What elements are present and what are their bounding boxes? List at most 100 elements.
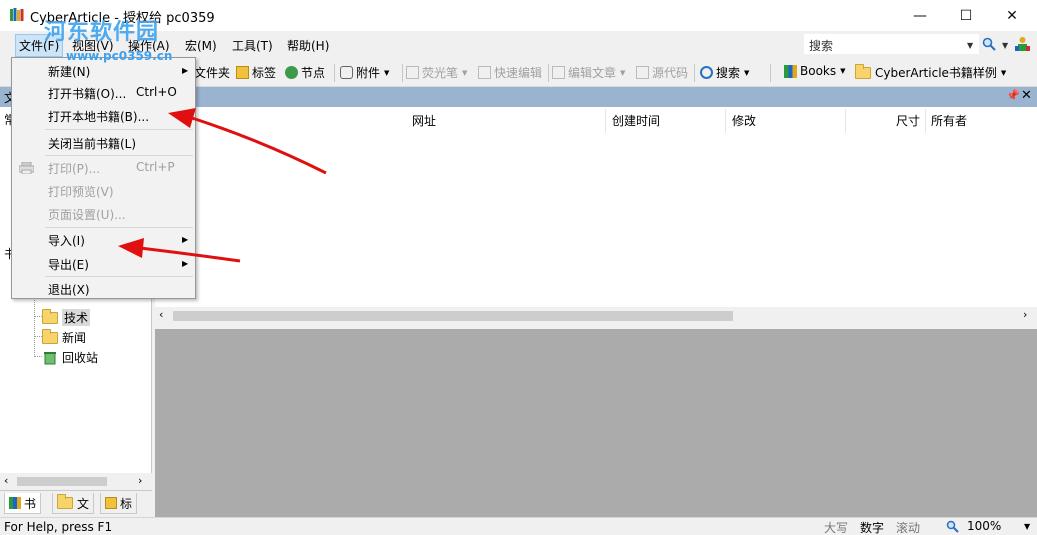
column-divider[interactable] [605, 109, 606, 133]
menu-item-open-local-book[interactable]: 打开本地书籍(B)... [48, 108, 149, 125]
toolbar-search-button[interactable]: 搜索 ▼ [700, 64, 749, 81]
toolbar-highlighter-button[interactable]: 荧光笔 ▼ [406, 64, 467, 81]
article-preview-pane [155, 329, 1037, 517]
toolbar-separator [402, 64, 403, 82]
chevron-down-icon: ▼ [462, 68, 468, 77]
menu-separator [45, 276, 193, 277]
menu-item-exit[interactable]: 退出(X) [48, 281, 90, 298]
tag-icon [236, 66, 249, 79]
menu-separator [45, 227, 193, 228]
toolbar-source-button[interactable]: 源代码 [636, 64, 688, 81]
minimize-icon: — [913, 7, 927, 24]
menu-separator [45, 155, 193, 156]
scroll-thumb[interactable] [173, 311, 733, 321]
folder-icon [42, 328, 58, 344]
tab-books[interactable]: 书 [4, 493, 42, 514]
menu-item-close-book[interactable]: 关闭当前书籍(L) [48, 135, 136, 152]
tree-line [34, 356, 42, 357]
toolbar-quick-edit-button[interactable]: 快速编辑 [478, 64, 542, 81]
scroll-left-icon[interactable]: ‹ [4, 474, 8, 487]
toolbar-books-dropdown[interactable]: Books ▼ [784, 64, 846, 78]
column-divider[interactable] [725, 109, 726, 133]
maximize-button[interactable]: ☐ [943, 0, 989, 31]
watermark-logo-text: 河东软件园 [44, 20, 160, 45]
status-caps: 大写 [824, 521, 849, 535]
menu-item-open-book[interactable]: 打开书籍(O)... [48, 85, 126, 102]
status-zoom-level[interactable]: 100% [967, 519, 1001, 533]
quick-edit-icon [478, 66, 491, 79]
menu-item-import[interactable]: 导入(I) [48, 232, 85, 249]
books-icon [784, 64, 797, 78]
toolbar-bookmark-button[interactable]: 标签 [236, 64, 276, 81]
menu-item-print[interactable]: 打印(P)... [48, 160, 100, 177]
list-horizontal-scrollbar[interactable]: ‹ › [155, 307, 1037, 325]
scroll-thumb[interactable] [17, 477, 107, 486]
search-dropdown-icon[interactable]: ▼ [967, 41, 973, 50]
pin-icon[interactable]: 📌 [1006, 89, 1020, 102]
tree-line [34, 336, 42, 337]
folder-icon [42, 308, 58, 324]
app-books-icon [10, 8, 24, 21]
menu-tools[interactable]: 工具(T) [228, 36, 277, 55]
menu-item-page-setup[interactable]: 页面设置(U)... [48, 206, 126, 223]
toolbar-attachment-button[interactable]: 附件 ▼ [340, 64, 389, 81]
menu-item-export[interactable]: 导出(E) [48, 256, 89, 273]
column-divider[interactable] [845, 109, 846, 133]
scroll-right-icon[interactable]: › [138, 474, 142, 487]
toolbar-node-button[interactable]: 节点 [285, 64, 325, 81]
toolbar-folder-button[interactable]: 文件夹 [194, 64, 230, 81]
tree-line [34, 316, 42, 317]
column-owner[interactable]: 所有者 [931, 112, 967, 129]
column-url[interactable]: 网址 [412, 112, 436, 129]
column-modified[interactable]: 修改 [732, 112, 756, 129]
left-horizontal-scrollbar[interactable]: ‹ › [0, 473, 152, 490]
chevron-down-icon: ▼ [1000, 68, 1007, 77]
pane-tabs: 书 文 标 [0, 490, 152, 517]
paperclip-icon [340, 66, 353, 79]
tree-node-news[interactable]: 新闻 [42, 328, 86, 346]
chevron-down-icon[interactable]: ▼ [1024, 522, 1030, 531]
tab-articles[interactable]: 文 [52, 493, 95, 514]
minimize-button[interactable]: — [897, 0, 943, 31]
tree-node-tech[interactable]: 技术 [42, 308, 91, 326]
status-scroll: 滚动 [896, 521, 921, 535]
tree-line [34, 293, 35, 357]
submenu-arrow-icon: ▶ [182, 259, 189, 268]
zoom-icon[interactable] [946, 520, 959, 533]
column-divider[interactable] [925, 109, 926, 133]
folder-icon [855, 63, 871, 79]
toolbar-sample-book-dropdown[interactable]: CyberArticle书籍样例 ▼ [855, 63, 1007, 81]
article-list[interactable]: 网址 创建时间 修改 尺寸 所有者 [155, 107, 1037, 309]
scroll-right-icon[interactable]: › [1023, 308, 1027, 321]
source-code-icon [636, 66, 649, 79]
status-num: 数字 [860, 521, 885, 535]
users-icon[interactable] [1015, 36, 1030, 52]
panel-close-icon[interactable]: ✕ [1021, 88, 1032, 103]
node-icon [285, 66, 298, 79]
search-options-icon[interactable]: ▼ [1002, 41, 1008, 50]
toolbar-edit-article-button[interactable]: 编辑文章 ▼ [552, 64, 625, 81]
tag-icon [105, 497, 117, 509]
search-icon[interactable] [982, 37, 996, 51]
close-button[interactable]: ✕ [989, 0, 1035, 31]
menu-item-print-preview[interactable]: 打印预览(V) [48, 183, 114, 200]
menu-help[interactable]: 帮助(H) [283, 36, 333, 55]
books-icon [9, 497, 21, 509]
scroll-left-icon[interactable]: ‹ [159, 308, 163, 321]
tab-tags[interactable]: 标 [100, 493, 138, 514]
submenu-arrow-icon: ▶ [182, 66, 189, 75]
magnifier-icon [700, 66, 713, 79]
toolbar-separator [548, 64, 549, 82]
search-input[interactable]: 搜索 [804, 34, 979, 54]
submenu-arrow-icon: ▶ [182, 235, 189, 244]
column-created[interactable]: 创建时间 [612, 112, 660, 129]
chevron-down-icon: ▼ [840, 67, 846, 75]
status-help-text: For Help, press F1 [4, 520, 113, 534]
menu-separator [45, 129, 193, 130]
printer-icon [19, 162, 34, 174]
column-size[interactable]: 尺寸 [896, 112, 920, 129]
tree-node-recycle-bin[interactable]: 回收站 [42, 349, 98, 366]
chevron-down-icon: ▼ [620, 68, 626, 77]
menu-macro[interactable]: 宏(M) [181, 36, 221, 55]
menu-item-new[interactable]: 新建(N) [48, 63, 90, 80]
